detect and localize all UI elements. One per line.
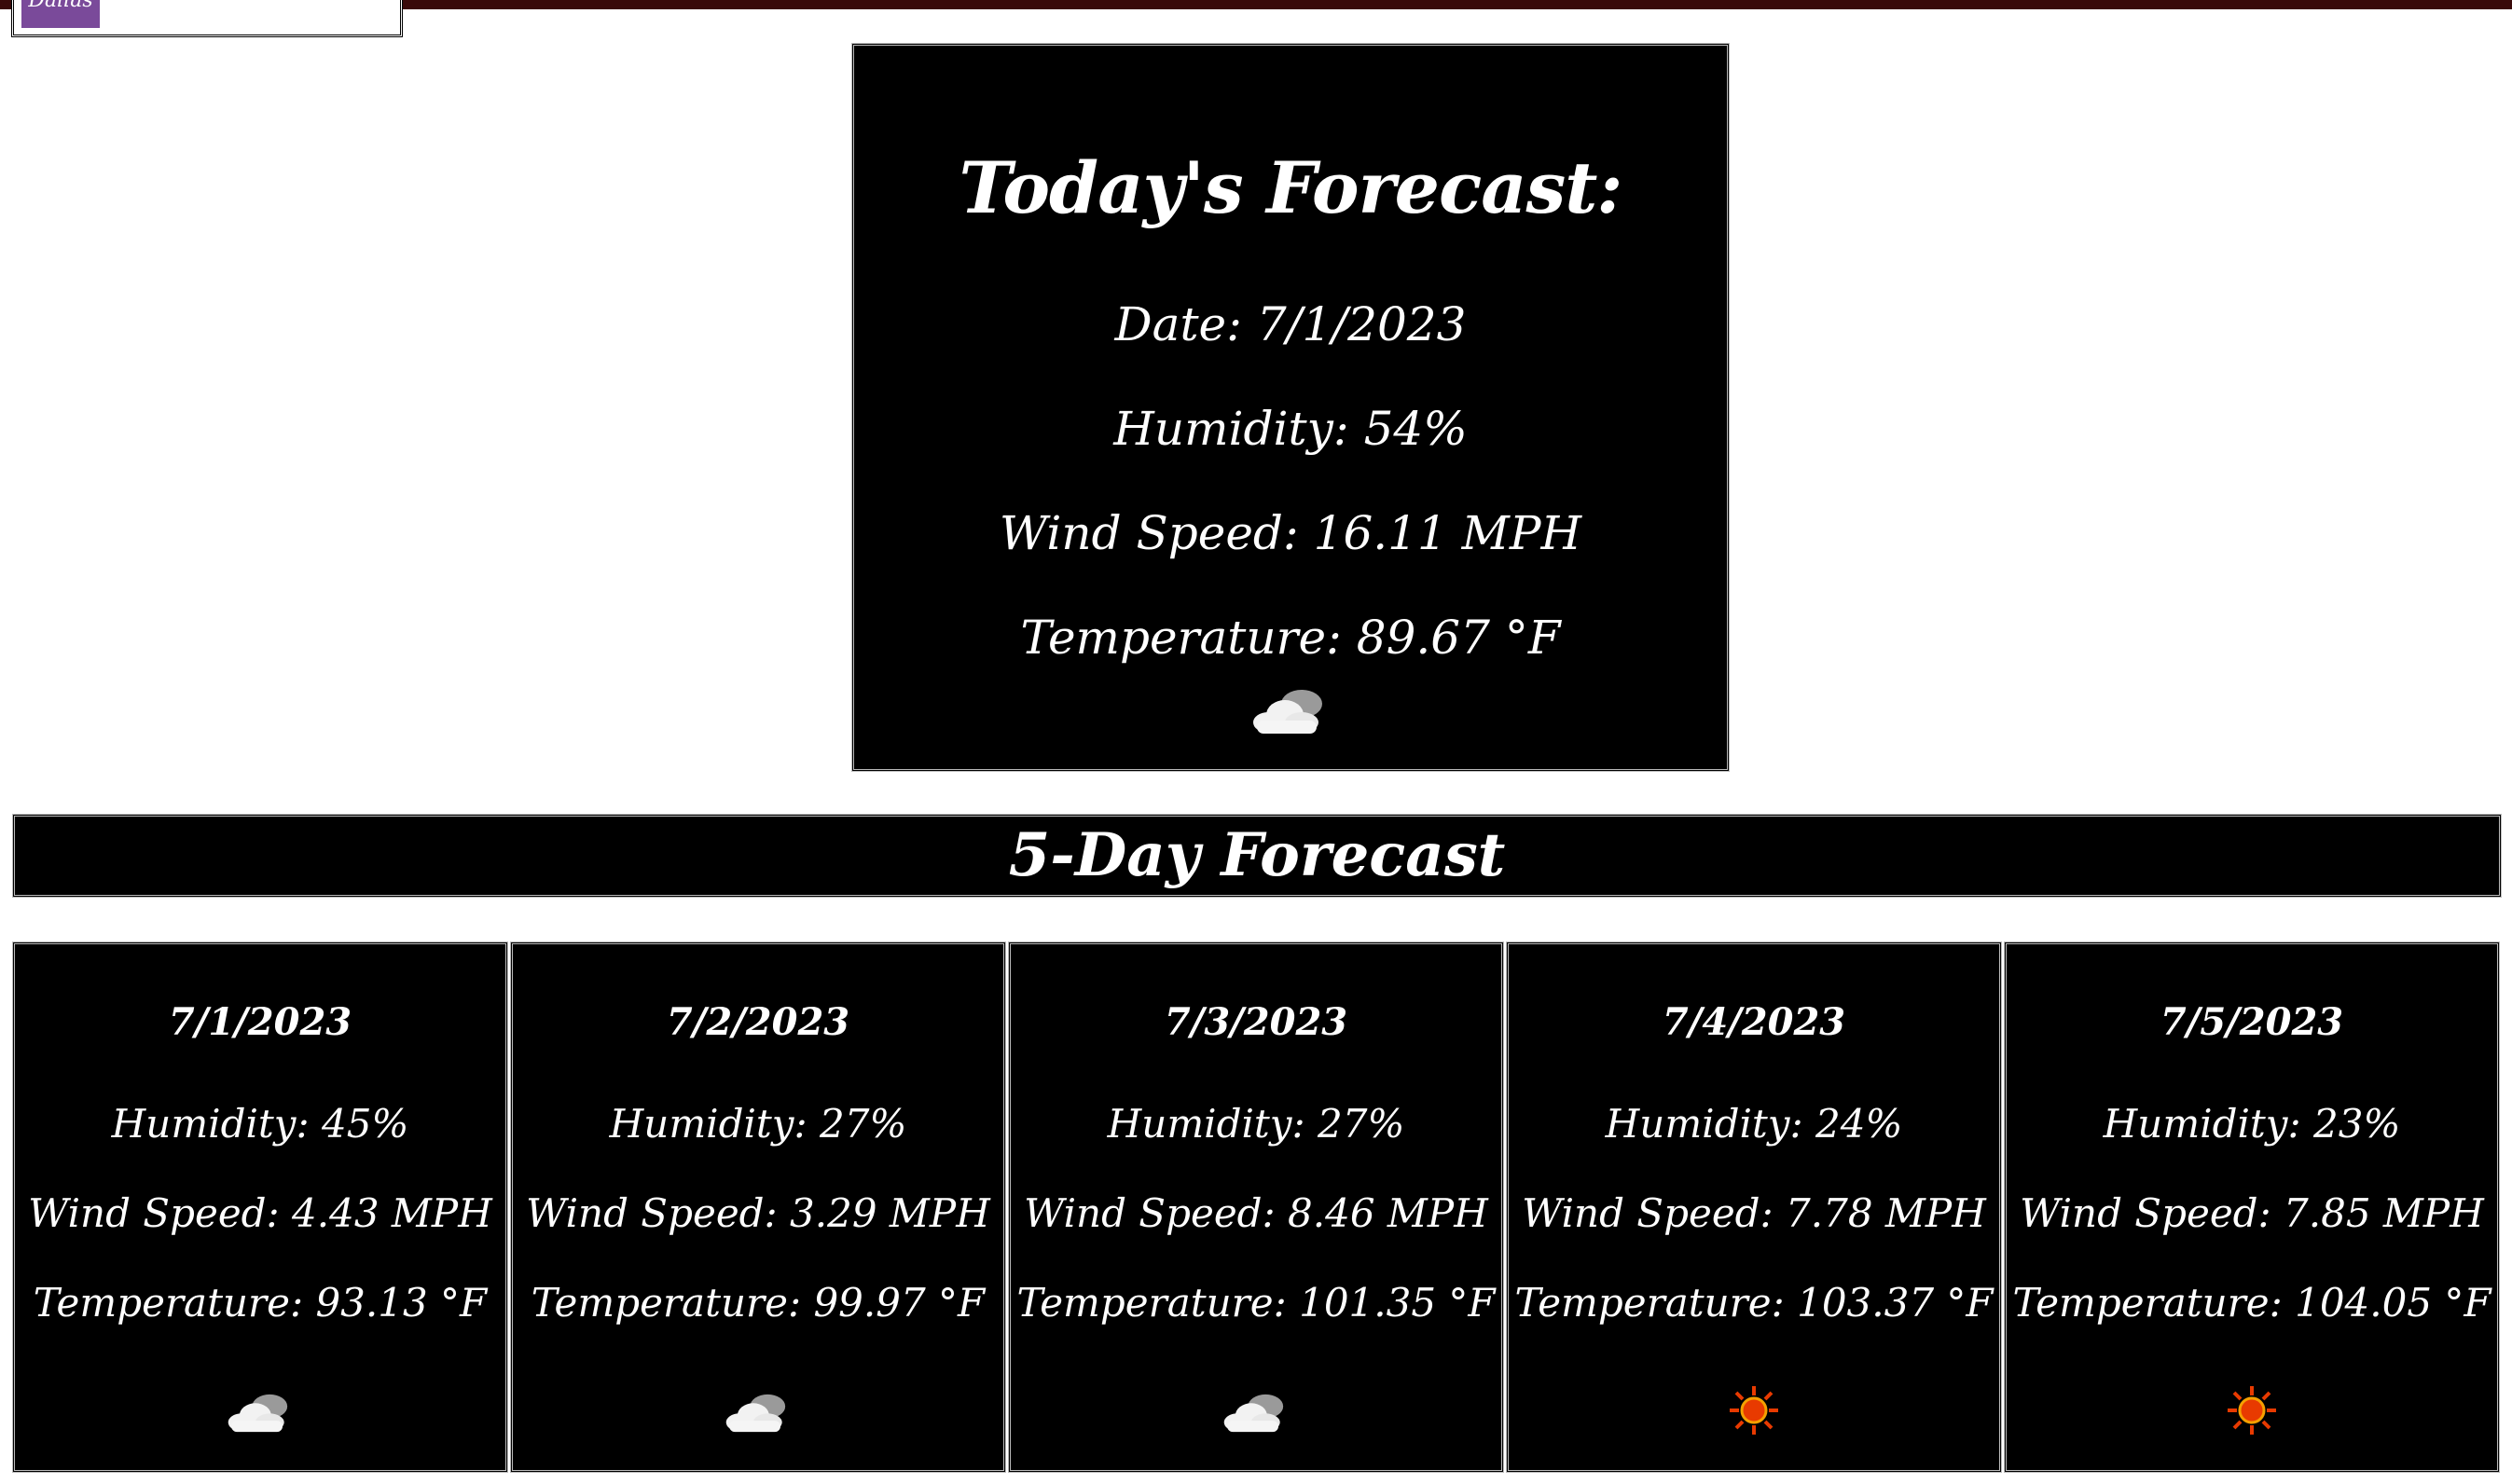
day-wind-speed: Wind Speed: 3.29 MPH	[526, 1190, 990, 1236]
today-forecast-card: Today's Forecast: Date: 7/1/2023 Humidit…	[851, 43, 1730, 772]
today-humidity: Humidity: 54%	[1113, 402, 1468, 456]
day-humidity: Humidity: 45%	[111, 1101, 409, 1147]
day-humidity: Humidity: 24%	[1605, 1101, 1903, 1147]
forecast-day-card: 7/5/2023 Humidity: 23% Wind Speed: 7.85 …	[2004, 941, 2500, 1473]
day-date: 7/2/2023	[666, 1000, 850, 1044]
forecast-day-card: 7/1/2023 Humidity: 45% Wind Speed: 4.43 …	[12, 941, 508, 1473]
day-wind-speed: Wind Speed: 7.85 MPH	[2020, 1190, 2484, 1236]
day-wind-speed: Wind Speed: 4.43 MPH	[28, 1190, 492, 1236]
day-date: 7/3/2023	[1164, 1000, 1348, 1044]
partly-cloudy-icon	[1011, 1382, 1501, 1448]
forecast-day-card: 7/3/2023 Humidity: 27% Wind Speed: 8.46 …	[1008, 941, 1504, 1473]
day-temperature: Temperature: 93.13 °F	[33, 1280, 488, 1326]
sun-icon	[1509, 1382, 1999, 1448]
partly-cloudy-icon	[15, 1382, 505, 1448]
day-humidity: Humidity: 27%	[609, 1101, 907, 1147]
day-temperature: Temperature: 101.35 °F	[1016, 1280, 1496, 1326]
forecast-day-card: 7/2/2023 Humidity: 27% Wind Speed: 3.29 …	[510, 941, 1006, 1473]
search-history-panel: Dallas	[11, 0, 403, 37]
today-wind-speed: Wind Speed: 16.11 MPH	[999, 506, 1582, 560]
today-date: Date: 7/1/2023	[1114, 297, 1467, 351]
city-history-button[interactable]: Dallas	[21, 0, 100, 28]
day-date: 7/1/2023	[168, 1000, 352, 1044]
day-temperature: Temperature: 104.05 °F	[2012, 1280, 2491, 1326]
day-humidity: Humidity: 23%	[2103, 1101, 2401, 1147]
day-date: 7/5/2023	[2160, 1000, 2344, 1044]
today-title: Today's Forecast:	[959, 146, 1623, 229]
day-wind-speed: Wind Speed: 7.78 MPH	[1522, 1190, 1986, 1236]
forecast-day-card: 7/4/2023 Humidity: 24% Wind Speed: 7.78 …	[1506, 941, 2002, 1473]
five-day-title: 5-Day Forecast	[1008, 820, 1506, 890]
day-wind-speed: Wind Speed: 8.46 MPH	[1024, 1190, 1488, 1236]
partly-cloudy-icon	[854, 676, 1727, 750]
day-temperature: Temperature: 103.37 °F	[1514, 1280, 1994, 1326]
sun-icon	[2007, 1382, 2497, 1448]
partly-cloudy-icon	[513, 1382, 1003, 1448]
day-temperature: Temperature: 99.97 °F	[531, 1280, 986, 1326]
today-temperature: Temperature: 89.67 °F	[1020, 611, 1561, 665]
five-day-header: 5-Day Forecast	[12, 814, 2502, 898]
day-humidity: Humidity: 27%	[1107, 1101, 1405, 1147]
day-date: 7/4/2023	[1662, 1000, 1846, 1044]
city-history-label: Dallas	[28, 0, 93, 12]
